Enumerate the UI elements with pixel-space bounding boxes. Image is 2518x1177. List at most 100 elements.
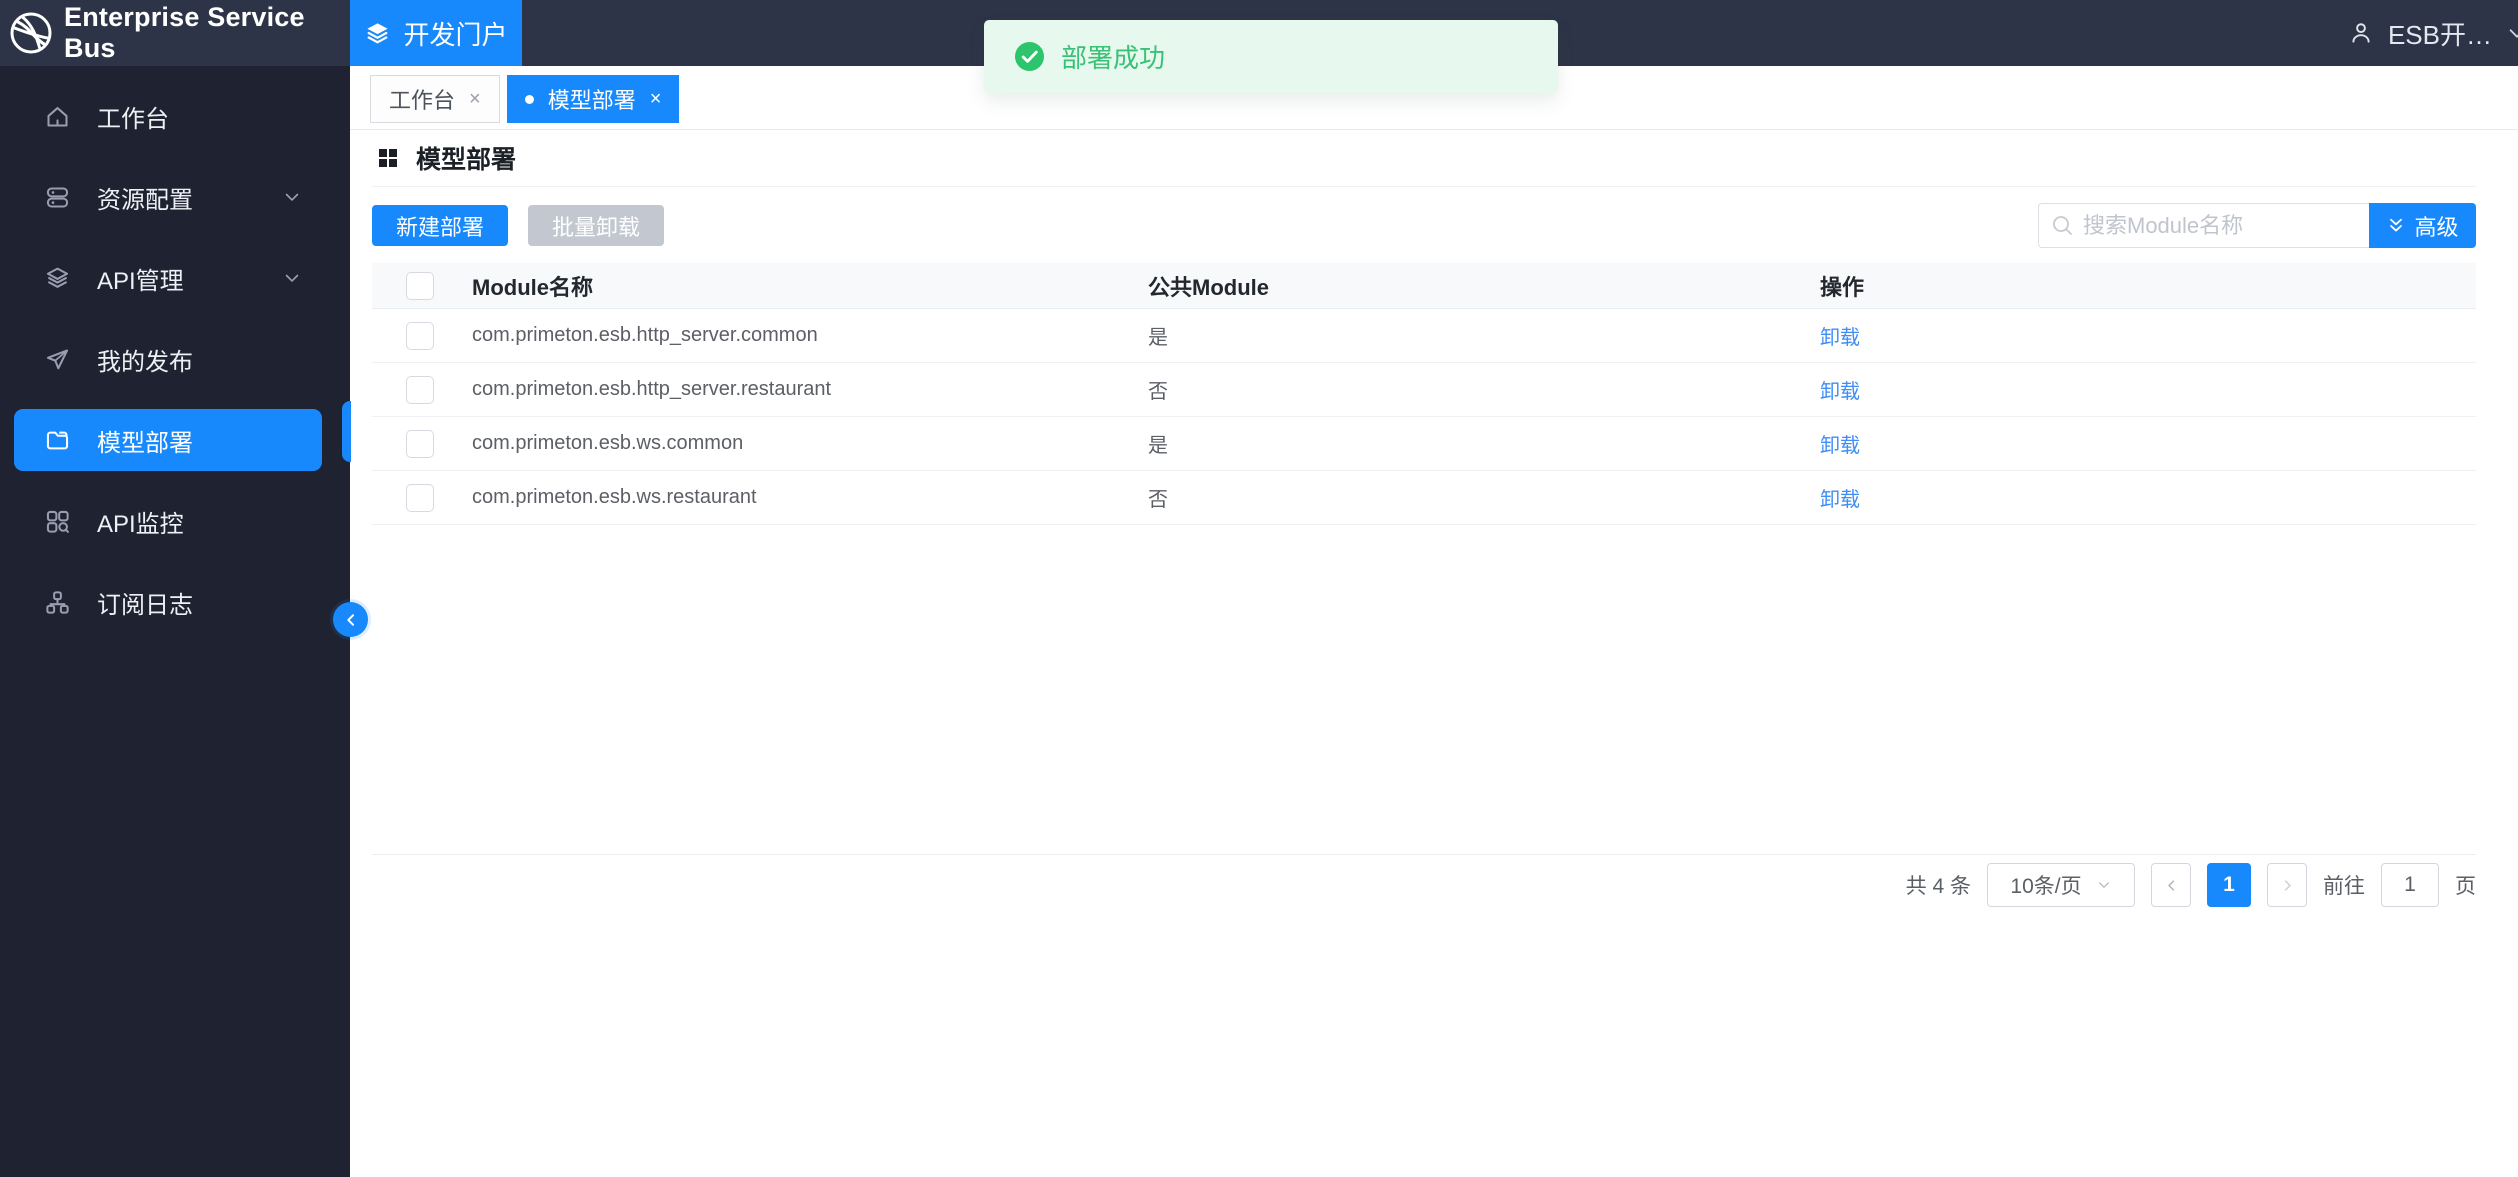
sidebar-item-api-management[interactable]: API管理 <box>14 247 322 309</box>
chevron-left-icon <box>2167 879 2174 891</box>
sidebar-item-label: 工作台 <box>97 105 169 133</box>
logo-icon <box>10 12 52 54</box>
chevron-down-icon <box>2098 882 2109 888</box>
toolbar: 新建部署 批量卸载 高级 <box>372 203 2476 248</box>
active-dot <box>524 94 534 104</box>
goto-page-input[interactable] <box>2381 863 2439 907</box>
app-logo: Enterprise Service Bus <box>0 2 350 64</box>
module-name: com.primeton.esb.http_server.restaurant <box>472 378 832 400</box>
sidebar-item-label: 订阅日志 <box>97 591 193 619</box>
module-name: com.primeton.esb.ws.common <box>472 432 744 454</box>
table-header-row: Module名称 公共Module 操作 <box>372 263 2476 309</box>
module-public: 否 <box>1148 381 1168 403</box>
unload-link[interactable]: 卸载 <box>1820 489 1860 511</box>
chevron-down-icon <box>2509 29 2518 38</box>
table-row: com.primeton.esb.http_server.common 是 卸载 <box>372 309 2476 363</box>
page-title-row: 模型部署 <box>372 130 2476 187</box>
new-deploy-button[interactable]: 新建部署 <box>372 205 509 246</box>
pagination: 共 4 条 10条/页 1 前往 页 <box>372 863 2476 907</box>
column-header-public: 公共Module <box>1148 274 1269 300</box>
paper-plane-icon <box>46 348 69 369</box>
logo-title: Enterprise Service Bus <box>64 2 305 63</box>
tab-model-deploy[interactable]: 模型部署 × <box>506 75 680 123</box>
active-submenu-fragment <box>342 401 351 462</box>
advanced-search-button[interactable]: 高级 <box>2369 203 2476 248</box>
layers-icon <box>46 267 69 288</box>
row-checkbox[interactable] <box>406 321 434 350</box>
goto-label: 前往 <box>2323 875 2365 898</box>
column-header-action: 操作 <box>1820 274 1865 300</box>
home-icon <box>47 106 68 127</box>
main-area: 工作台 × 模型部署 × 模型部署 新建部署 批量卸载 搜索Module名称 高… <box>350 66 2518 1177</box>
org-chart-icon <box>46 590 69 614</box>
advanced-label: 高级 <box>2414 214 2459 240</box>
module-public: 是 <box>1148 327 1168 349</box>
sidebar-item-label: 资源配置 <box>97 186 193 214</box>
module-public: 是 <box>1148 435 1168 457</box>
table-row: com.primeton.esb.http_server.restaurant … <box>372 363 2476 417</box>
batch-unload-button[interactable]: 批量卸载 <box>528 205 665 246</box>
table-row: com.primeton.esb.ws.common 是 卸载 <box>372 417 2476 471</box>
row-checkbox[interactable] <box>406 429 434 458</box>
tab-label: 工作台 <box>389 88 456 113</box>
module-table: Module名称 公共Module 操作 com.primeton.esb.ht… <box>372 263 2476 855</box>
sidebar-item-model-deploy[interactable]: 模型部署 <box>14 409 322 471</box>
module-public: 否 <box>1148 489 1168 511</box>
close-icon[interactable]: × <box>650 88 662 111</box>
page-unit-label: 页 <box>2455 875 2476 898</box>
select-all-checkbox[interactable] <box>406 271 434 300</box>
page-size-value: 10条/页 <box>2010 875 2082 898</box>
sidebar-item-label: 我的发布 <box>97 348 193 376</box>
chevron-down-icon <box>285 274 299 282</box>
success-toast: 部署成功 <box>984 20 1558 93</box>
close-icon[interactable]: × <box>469 88 481 111</box>
tab-label: 模型部署 <box>547 88 636 113</box>
layers-icon <box>367 22 389 43</box>
chevron-down-icon <box>285 193 299 201</box>
module-name: com.primeton.esb.ws.restaurant <box>472 486 757 508</box>
sidebar-nav: 工作台 资源配置 API管理 我的发布 模型部署 API监控 订阅日志 <box>0 66 350 1177</box>
table-empty-space <box>372 525 2476 855</box>
sidebar-item-resource-config[interactable]: 资源配置 <box>14 166 322 228</box>
monitor-grid-icon <box>46 510 69 533</box>
unload-link[interactable]: 卸载 <box>1820 327 1860 349</box>
column-header-name: Module名称 <box>472 274 593 300</box>
sidebar-item-my-releases[interactable]: 我的发布 <box>14 328 322 390</box>
user-icon <box>2352 23 2370 43</box>
sidebar-collapse-button[interactable] <box>333 602 368 637</box>
table-row: com.primeton.esb.ws.restaurant 否 卸载 <box>372 471 2476 525</box>
folder-icon <box>46 431 69 449</box>
sidebar-item-api-monitor[interactable]: API监控 <box>14 490 322 552</box>
server-icon <box>46 186 69 208</box>
sidebar-item-label: API管理 <box>97 267 184 295</box>
chevron-right-icon <box>2284 879 2291 891</box>
search-icon <box>2053 216 2072 235</box>
page-content: 模型部署 新建部署 批量卸载 高级 <box>350 130 2518 1177</box>
total-count-label: 共 4 条 <box>1905 875 1971 898</box>
portal-tab-dev[interactable]: 开发门户 <box>350 0 522 66</box>
double-chevron-down-icon <box>2390 218 2403 231</box>
user-menu[interactable]: ESB开… <box>2348 15 2518 52</box>
module-name: com.primeton.esb.http_server.common <box>472 324 818 346</box>
search-group: 高级 <box>2038 203 2476 248</box>
sidebar-item-subscription-log[interactable]: 订阅日志 <box>14 571 322 633</box>
prev-page-button[interactable] <box>2151 863 2191 907</box>
row-checkbox[interactable] <box>406 375 434 404</box>
page-number-1[interactable]: 1 <box>2207 863 2251 907</box>
user-name: ESB开… <box>2387 19 2492 50</box>
portal-tab-label: 开发门户 <box>403 19 508 50</box>
toast-message: 部署成功 <box>1061 43 1166 73</box>
grid-icon <box>379 149 397 167</box>
unload-link[interactable]: 卸载 <box>1820 435 1860 457</box>
row-checkbox[interactable] <box>406 483 434 512</box>
sidebar-item-label: 模型部署 <box>97 429 193 457</box>
tab-workbench[interactable]: 工作台 × <box>370 75 500 123</box>
page-title: 模型部署 <box>416 146 517 174</box>
page-size-select[interactable]: 10条/页 <box>1987 863 2135 907</box>
unload-link[interactable]: 卸载 <box>1820 381 1860 403</box>
sidebar-item-workbench[interactable]: 工作台 <box>14 85 322 147</box>
success-check-icon <box>1014 41 1045 72</box>
sidebar-item-label: API监控 <box>97 510 184 538</box>
search-input[interactable] <box>2038 203 2369 248</box>
next-page-button[interactable] <box>2267 863 2307 907</box>
